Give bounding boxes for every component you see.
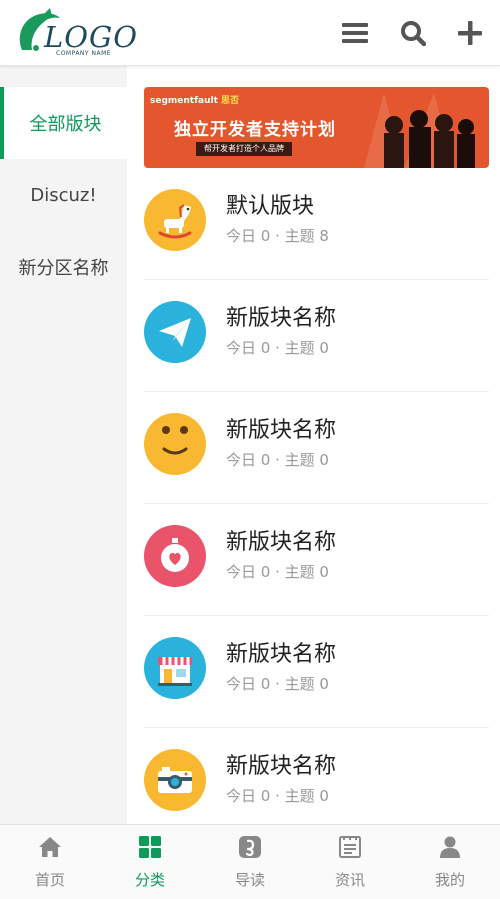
forum-item[interactable]: 新版块名称 今日 0 · 主题 0 — [144, 504, 489, 616]
sidebar-item-label: Discuz! — [30, 184, 97, 206]
forum-avatar — [144, 189, 206, 251]
rocking-horse-icon — [158, 204, 192, 239]
logo-subtext: COMPANY NAME — [56, 50, 112, 57]
forum-item[interactable]: 默认版块 今日 0 · 主题 8 — [144, 168, 489, 280]
camera-icon — [158, 767, 192, 793]
forum-item[interactable]: 新版块名称 今日 0 · 主题 0 — [144, 392, 489, 504]
tab-label: 我的 — [434, 871, 465, 889]
grid-icon — [138, 835, 162, 859]
sidebar-item-label: 新分区名称 — [18, 258, 109, 279]
forum-avatar — [144, 413, 206, 475]
tab-guide[interactable]: 导读 — [200, 825, 300, 899]
search-icon — [401, 21, 426, 46]
menu-button[interactable] — [340, 18, 370, 48]
forum-avatar — [144, 301, 206, 363]
forum-avatar — [144, 637, 206, 699]
forum-stats: 今日 0 · 主题 0 — [226, 339, 329, 357]
tab-profile[interactable]: 我的 — [400, 825, 500, 899]
forum-list: segmentfault 思否 独立开发者支持计划 帮开发者打造个人品牌 默认版… — [127, 66, 500, 824]
forum-name: 新版块名称 — [226, 418, 337, 443]
banner-title: 独立开发者支持计划 — [174, 120, 336, 140]
bottom-tabbar: 首页 分类 导读 资讯 我的 — [0, 824, 500, 899]
forum-stats: 今日 0 · 主题 8 — [226, 227, 329, 245]
logo[interactable]: LOGO COMPANY NAME — [14, 6, 137, 60]
home-icon — [38, 835, 62, 859]
smiley-icon — [162, 426, 188, 455]
promo-banner[interactable]: segmentfault 思否 独立开发者支持计划 帮开发者打造个人品牌 — [144, 87, 489, 168]
sidebar-item-all-forums[interactable]: 全部版块 — [0, 87, 127, 159]
shop-icon — [158, 657, 192, 686]
logo-text: LOGO — [44, 20, 138, 54]
banner-subtitle: 帮开发者打造个人品牌 — [196, 142, 292, 156]
menu-icon — [342, 23, 368, 43]
guide-icon — [238, 835, 262, 859]
tab-label: 导读 — [234, 871, 265, 889]
forum-name: 新版块名称 — [226, 530, 337, 555]
forum-stats: 今日 0 · 主题 0 — [226, 675, 329, 693]
banner-brand: segmentfault 思否 — [150, 93, 239, 106]
news-icon — [338, 835, 362, 859]
forum-item[interactable]: 新版块名称 今日 0 · 主题 0 — [144, 280, 489, 392]
search-button[interactable] — [398, 18, 428, 48]
forum-avatar — [144, 525, 206, 587]
add-button[interactable] — [455, 18, 485, 48]
sidebar-item-label: 全部版块 — [29, 114, 102, 135]
forum-stats: 今日 0 · 主题 0 — [226, 787, 329, 805]
app-header: LOGO COMPANY NAME — [0, 0, 500, 66]
tab-categories[interactable]: 分类 — [100, 825, 200, 899]
banner-brand-name: segmentfault — [150, 96, 218, 106]
banner-brand-suffix: 思否 — [221, 96, 240, 106]
tab-label: 资讯 — [334, 871, 365, 889]
tab-home[interactable]: 首页 — [0, 825, 100, 899]
forum-name: 新版块名称 — [226, 306, 337, 331]
forum-item[interactable]: 新版块名称 今日 0 · 主题 0 — [144, 728, 489, 824]
sidebar-item-new-section[interactable]: 新分区名称 — [0, 231, 127, 303]
forum-name: 新版块名称 — [226, 754, 337, 779]
category-sidebar: 全部版块 Discuz! 新分区名称 — [0, 66, 127, 824]
plus-icon — [458, 21, 482, 45]
banner-figures-illustration — [364, 93, 475, 168]
forum-stats: 今日 0 · 主题 0 — [226, 451, 329, 469]
paper-plane-icon — [159, 318, 191, 347]
sidebar-item-discuz[interactable]: Discuz! — [0, 159, 127, 231]
forum-avatar — [144, 749, 206, 811]
user-icon — [438, 835, 462, 859]
forum-name: 默认版块 — [226, 194, 315, 219]
forum-stats: 今日 0 · 主题 0 — [226, 563, 329, 581]
forum-name: 新版块名称 — [226, 642, 337, 667]
tab-label: 首页 — [34, 871, 65, 889]
tab-news[interactable]: 资讯 — [300, 825, 400, 899]
tab-label: 分类 — [134, 871, 165, 889]
forum-item[interactable]: 新版块名称 今日 0 · 主题 0 — [144, 616, 489, 728]
stopwatch-heart-icon — [161, 538, 189, 572]
